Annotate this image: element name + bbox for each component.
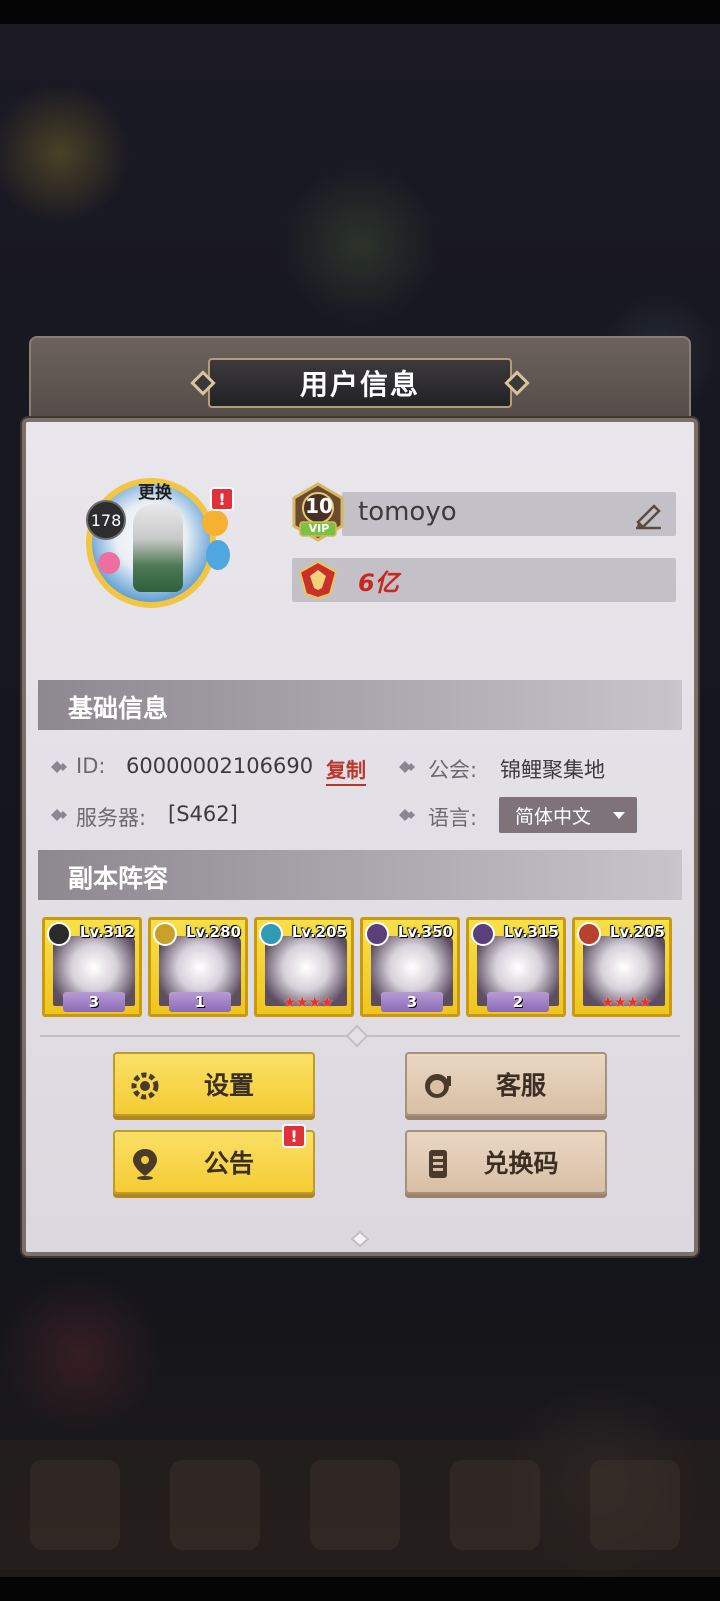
language-value: 简体中文 bbox=[515, 805, 592, 828]
hero-card[interactable]: Lv.205 ★★★★ bbox=[254, 917, 354, 1017]
heart-balloon-icon bbox=[98, 552, 120, 574]
support-label: 客服 bbox=[495, 1071, 546, 1100]
hero-element-icon bbox=[471, 922, 495, 946]
settings-button[interactable]: 设置 bbox=[113, 1052, 315, 1116]
guild-label: 公会: bbox=[428, 758, 478, 782]
notebook-icon bbox=[429, 1150, 447, 1178]
navigation-bar bbox=[0, 1577, 720, 1601]
hero-rank: 3 bbox=[63, 992, 125, 1012]
announcement-alert-icon: ! bbox=[282, 1124, 306, 1148]
hero-level: Lv.205 bbox=[609, 923, 665, 941]
redeem-code-button[interactable]: 兑换码 bbox=[405, 1130, 607, 1194]
hero-card[interactable]: Lv.350 3 bbox=[360, 917, 460, 1017]
dialog-title: 用户信息 bbox=[299, 368, 420, 401]
hero-level: Lv.205 bbox=[291, 923, 347, 941]
hero-rank: 1 bbox=[169, 992, 231, 1012]
change-avatar-label[interactable]: 更换 bbox=[138, 478, 172, 503]
hero-rank: ★★★★ bbox=[601, 993, 652, 1011]
headset-icon bbox=[425, 1074, 451, 1098]
announcement-label: 公告 bbox=[203, 1149, 254, 1178]
hero-element-icon bbox=[153, 922, 177, 946]
vip-label: VIP bbox=[308, 522, 330, 535]
diamond-bullet-icon bbox=[399, 809, 415, 821]
basic-info-header: 基础信息 bbox=[38, 680, 682, 730]
hero-element-icon bbox=[259, 922, 283, 946]
combat-power-icon bbox=[298, 560, 338, 600]
combat-power-value: 6亿 bbox=[358, 569, 399, 597]
language-select[interactable]: 简体中文 bbox=[499, 797, 637, 833]
avatar-alert-icon: ! bbox=[210, 487, 234, 511]
hero-card[interactable]: Lv.315 2 bbox=[466, 917, 566, 1017]
diamond-bullet-icon bbox=[399, 761, 415, 773]
hero-card[interactable]: Lv.312 3 bbox=[42, 917, 142, 1017]
support-button[interactable]: 客服 bbox=[405, 1052, 607, 1116]
language-label: 语言: bbox=[428, 806, 478, 830]
diamond-bullet-icon bbox=[51, 809, 67, 821]
power-bar bbox=[292, 558, 676, 602]
id-value: 60000002106690 bbox=[126, 754, 314, 778]
hero-element-icon bbox=[365, 922, 389, 946]
lineup-title: 副本阵容 bbox=[68, 864, 169, 893]
copy-id-button[interactable]: 复制 bbox=[326, 754, 366, 786]
location-pin-icon bbox=[133, 1149, 157, 1180]
avatar-character-icon bbox=[133, 504, 183, 592]
hero-rank: 3 bbox=[381, 992, 443, 1012]
server-label: 服务器: bbox=[76, 806, 147, 830]
server-value: [S462] bbox=[168, 802, 238, 826]
username: tomoyo bbox=[358, 497, 457, 527]
hero-level: Lv.280 bbox=[185, 923, 241, 941]
settings-label: 设置 bbox=[203, 1071, 254, 1100]
status-bar bbox=[0, 0, 720, 24]
dialog-title-plate: 用户信息 bbox=[190, 358, 530, 408]
hero-card[interactable]: Lv.205 ★★★★ bbox=[572, 917, 672, 1017]
chevron-down-icon bbox=[613, 812, 625, 819]
hero-element-icon bbox=[47, 922, 71, 946]
footer-ornament-icon bbox=[350, 1230, 370, 1248]
hero-level: Lv.350 bbox=[397, 923, 453, 941]
gear-icon bbox=[131, 1072, 159, 1100]
guild-value: 锦鲤聚集地 bbox=[500, 758, 605, 782]
basic-info-title: 基础信息 bbox=[68, 694, 169, 723]
balloon-icon bbox=[206, 540, 230, 570]
player-level-badge: 178 bbox=[86, 500, 126, 540]
diamond-bullet-icon bbox=[51, 761, 67, 773]
hero-element-icon bbox=[577, 922, 601, 946]
hero-rank: ★★★★ bbox=[283, 993, 334, 1011]
edit-name-icon[interactable] bbox=[630, 496, 666, 532]
balloon-icon bbox=[202, 510, 228, 536]
vip-level: 10 bbox=[305, 494, 333, 518]
lineup-header: 副本阵容 bbox=[38, 850, 682, 900]
hero-level: Lv.312 bbox=[79, 923, 135, 941]
hero-card[interactable]: Lv.280 1 bbox=[148, 917, 248, 1017]
hero-rank: 2 bbox=[487, 992, 549, 1012]
redeem-code-label: 兑换码 bbox=[483, 1149, 559, 1178]
hero-level: Lv.315 bbox=[503, 923, 559, 941]
id-label: ID: bbox=[76, 754, 106, 778]
